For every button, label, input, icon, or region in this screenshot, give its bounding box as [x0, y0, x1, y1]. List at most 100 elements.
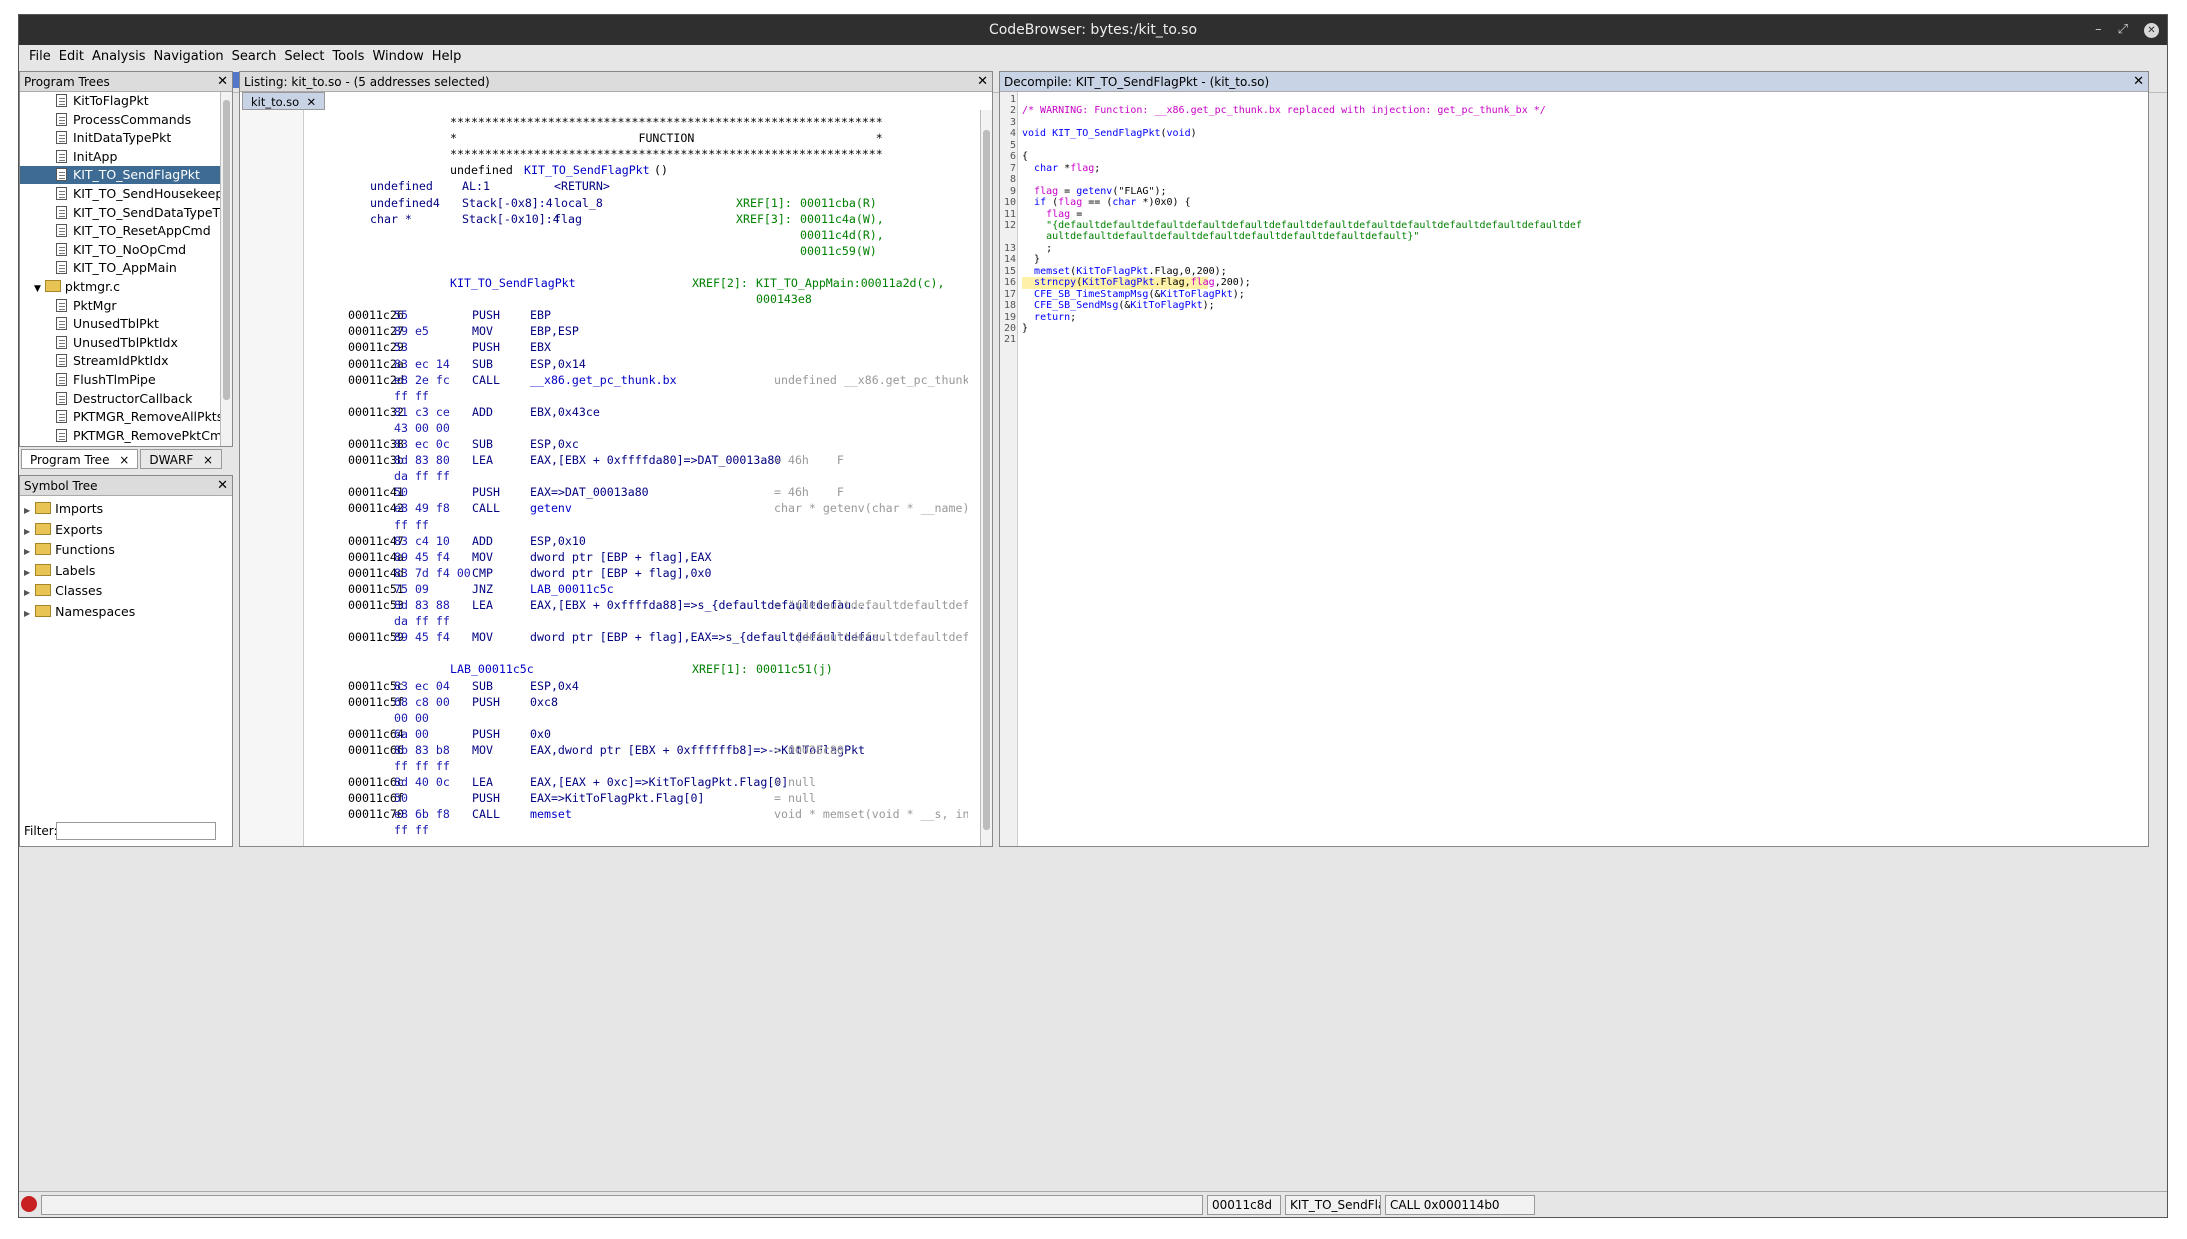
- instruction-comment: = 46h F: [774, 453, 844, 468]
- program-tree-item[interactable]: UnusedTblPktIdx: [20, 334, 220, 352]
- close-icon[interactable]: ✕: [2144, 22, 2159, 38]
- close-icon[interactable]: ×: [115, 453, 129, 467]
- instruction-bytes: 00 00: [394, 710, 429, 725]
- line-number: 2: [1009, 105, 1016, 117]
- file-icon: [56, 298, 67, 312]
- menu-analysis[interactable]: Analysis: [92, 49, 146, 64]
- program-tree-item[interactable]: KitToFlagPkt: [20, 92, 220, 110]
- code-token: }: [1022, 254, 1041, 266]
- decompile-line: memset(KitToFlagPkt.Flag,0,200);: [1022, 266, 1227, 277]
- instruction-bytes: 83 c4 10: [394, 533, 450, 548]
- chevron-right-icon[interactable]: ▶: [24, 609, 30, 618]
- chevron-right-icon[interactable]: ▶: [24, 547, 30, 556]
- tab-dwarf[interactable]: DWARF ×: [140, 449, 223, 469]
- close-icon[interactable]: ✕: [217, 72, 228, 91]
- tab-program-tree[interactable]: Program Tree ×: [21, 449, 139, 469]
- instruction-bytes: 68 c8 00: [394, 694, 450, 709]
- scrollbar-thumb[interactable]: [983, 130, 990, 830]
- program-tree-item[interactable]: UnusedTblPkt: [20, 315, 220, 333]
- close-icon[interactable]: ✕: [977, 72, 988, 91]
- code-token: CFE_SB_SendMsg: [1034, 300, 1119, 312]
- menu-file[interactable]: File: [29, 49, 51, 64]
- program-tree-item[interactable]: StreamIdPktIdx: [20, 352, 220, 370]
- tab-kit-to-so[interactable]: kit_to.so ✕: [242, 92, 326, 110]
- program-tree-item[interactable]: ProcessCommands: [20, 111, 220, 129]
- program-tree-item[interactable]: InitDataTypePkt: [20, 129, 220, 147]
- program-trees-header: Program Trees ✕: [20, 72, 232, 92]
- symbol-tree-item[interactable]: ▶ Functions: [24, 541, 115, 559]
- program-tree-scrollbar[interactable]: [220, 92, 232, 446]
- chevron-right-icon[interactable]: ▶: [24, 568, 30, 577]
- menu-help[interactable]: Help: [432, 49, 462, 64]
- symbol-tree-item[interactable]: ▶ Exports: [24, 521, 103, 539]
- filter-input[interactable]: [56, 822, 216, 840]
- menu-navigation[interactable]: Navigation: [154, 49, 224, 64]
- menu-select[interactable]: Select: [284, 49, 324, 64]
- code-token: .Flag,: [1154, 277, 1191, 289]
- program-tree-item[interactable]: KIT_TO_ResetAppCmd: [20, 222, 220, 240]
- instruction-bytes: 43 00 00: [394, 420, 450, 435]
- minimize-icon[interactable]: –: [2095, 15, 2102, 45]
- symbol-tree-item[interactable]: ▶ Imports: [24, 500, 103, 518]
- program-tree-item[interactable]: PKTMGR_RemoveAllPktsCmd: [20, 408, 220, 426]
- program-tree-item[interactable]: ▼ pktmgr.c: [20, 278, 220, 296]
- symbol-tree-item[interactable]: ▶ Namespaces: [24, 603, 135, 621]
- line-number: 9: [1009, 185, 1016, 197]
- code-token: flag: [1034, 185, 1059, 197]
- folder-icon: [35, 543, 52, 555]
- decompile-line: void KIT_TO_SendFlagPkt(void): [1022, 128, 1197, 139]
- menu-window[interactable]: Window: [372, 49, 423, 64]
- menu-edit[interactable]: Edit: [59, 49, 84, 64]
- decompile-line: /* WARNING: Function: __x86.get_pc_thunk…: [1022, 105, 1546, 116]
- menu-search[interactable]: Search: [232, 49, 277, 64]
- program-tree-item[interactable]: KIT_TO_SendHousekeepingPkt: [20, 185, 220, 203]
- listing-header: Listing: kit_to.so - (5 addresses select…: [240, 72, 992, 92]
- chevron-down-icon[interactable]: ▼: [34, 284, 41, 294]
- program-tree-item[interactable]: KIT_TO_SendFlagPkt: [20, 166, 220, 185]
- listing-scrollbar[interactable]: [980, 110, 992, 846]
- program-tree-item[interactable]: KIT_TO_SendDataTypeTlmCmd: [20, 204, 220, 222]
- program-tree-item[interactable]: PKTMGR_RemovePktCmd: [20, 427, 220, 445]
- program-tree-item-label: PKTMGR_RemovePktCmd: [73, 427, 220, 443]
- listing-code[interactable]: ****************************************…: [306, 114, 968, 834]
- chevron-right-icon[interactable]: ▶: [24, 588, 30, 597]
- status-icon: [21, 1196, 37, 1212]
- maximize-icon[interactable]: ⤢: [2118, 15, 2128, 45]
- code-token: strncpy: [1034, 277, 1077, 289]
- listing-signature-name: KIT_TO_SendFlagPkt: [524, 163, 650, 178]
- code-token: "{defaultdefaultdefaultdefaultdefaultdef…: [1022, 219, 1582, 231]
- code-token: ;: [1094, 162, 1101, 174]
- program-tree-item[interactable]: KIT_TO_NoOpCmd: [20, 241, 220, 259]
- instruction-mnemonic: MOV: [472, 630, 493, 645]
- scrollbar-thumb[interactable]: [223, 100, 230, 400]
- code-token: {: [1022, 151, 1029, 163]
- close-icon[interactable]: ×: [199, 453, 213, 467]
- close-icon[interactable]: ✕: [2133, 72, 2144, 91]
- program-tree-item[interactable]: DestructorCallback: [20, 390, 220, 408]
- program-tree-item[interactable]: InitApp: [20, 148, 220, 166]
- program-tree-item-label: DestructorCallback: [73, 390, 193, 406]
- program-tree-item[interactable]: PKTMGR_AddPktCmd: [20, 445, 220, 446]
- instruction-comment: = 46h F: [774, 485, 844, 500]
- folder-icon: [44, 280, 61, 292]
- chevron-right-icon[interactable]: ▶: [24, 506, 30, 515]
- file-icon: [56, 410, 67, 424]
- program-tree-item[interactable]: FlushTlmPipe: [20, 371, 220, 389]
- file-icon: [56, 224, 67, 238]
- close-icon[interactable]: ✕: [217, 476, 228, 495]
- filter-bar: Filter:: [22, 822, 230, 842]
- chevron-right-icon[interactable]: ▶: [24, 527, 30, 536]
- decompile-line: flag = getenv("FLAG");: [1022, 185, 1166, 197]
- symbol-tree-item[interactable]: ▶ Labels: [24, 562, 95, 580]
- program-tree-item-label: KIT_TO_SendDataTypeTlmCmd: [73, 204, 220, 220]
- close-icon[interactable]: ✕: [303, 95, 316, 109]
- symbol-tree-item[interactable]: ▶ Classes: [24, 582, 102, 600]
- menu-tools[interactable]: Tools: [332, 49, 364, 64]
- decompile-code[interactable]: 1 2 /* WARNING: Function: __x86.get_pc_thu…: [1000, 94, 2146, 834]
- instruction-bytes: 83 ec 14: [394, 356, 450, 371]
- program-tree-item[interactable]: KIT_TO_AppMain: [20, 259, 220, 277]
- program-tree-item-label: UnusedTblPktIdx: [73, 334, 178, 350]
- program-tree-item[interactable]: PktMgr: [20, 297, 220, 315]
- code-token: char: [1112, 197, 1137, 209]
- line-number: 12: [1003, 219, 1016, 231]
